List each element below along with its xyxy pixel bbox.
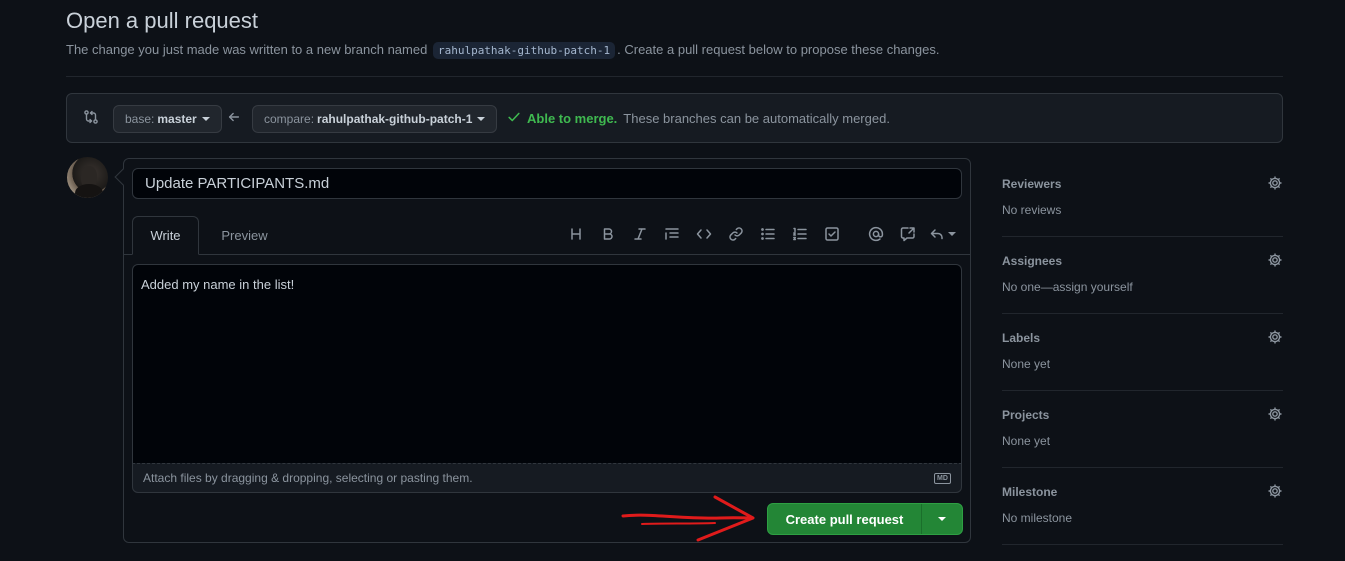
chevron-down-icon <box>201 117 210 121</box>
chevron-down-icon <box>477 117 486 121</box>
compare-prefix: compare: <box>264 112 315 126</box>
attach-files-bar[interactable]: Attach files by dragging & dropping, sel… <box>132 463 962 493</box>
gear-icon[interactable] <box>1267 406 1283 422</box>
arrow-left-icon <box>227 110 241 129</box>
sidebar-milestone: Milestone No milestone <box>1002 468 1283 545</box>
branch-name-code: rahulpathak-github-patch-1 <box>432 42 616 59</box>
sidebar-heading: Projects <box>1002 408 1050 422</box>
sidebar-value: No milestone <box>1002 511 1073 525</box>
avatar <box>67 157 108 198</box>
sidebar-heading: Assignees <box>1002 254 1063 268</box>
subtitle-text-after: . Create a pull request below to propose… <box>617 42 940 57</box>
unordered-list-icon[interactable] <box>752 223 784 245</box>
subtitle-text: The change you just made was written to … <box>66 42 428 57</box>
create-pull-request-button[interactable]: Create pull request <box>767 503 963 535</box>
tab-preview[interactable]: Preview <box>212 216 277 255</box>
tab-write[interactable]: Write <box>132 216 199 255</box>
compare-branch-select[interactable]: compare: rahulpathak-github-patch-1 <box>252 105 498 133</box>
sidebar-labels: Labels None yet <box>1002 314 1283 391</box>
link-icon[interactable] <box>720 223 752 245</box>
base-branch-select[interactable]: base: master <box>113 105 222 133</box>
cross-reference-icon[interactable] <box>892 223 924 245</box>
task-list-icon[interactable] <box>816 223 848 245</box>
pr-body-textarea[interactable] <box>132 264 962 464</box>
bold-icon[interactable] <box>592 223 624 245</box>
ordered-list-icon[interactable] <box>784 223 816 245</box>
gear-icon[interactable] <box>1267 329 1283 345</box>
gear-icon[interactable] <box>1267 483 1283 499</box>
markdown-toolbar <box>560 223 960 245</box>
gear-icon[interactable] <box>1267 175 1283 191</box>
page-title: Open a pull request <box>66 8 259 33</box>
quote-icon[interactable] <box>656 223 688 245</box>
gear-icon[interactable] <box>1267 252 1283 268</box>
reply-icon[interactable] <box>924 223 960 245</box>
sidebar-value: No reviews <box>1002 203 1062 217</box>
sidebar-value: None yet <box>1002 357 1051 371</box>
branch-compare-bar: base: master compare: rahulpathak-github… <box>66 93 1283 143</box>
merge-ok-label: Able to merge. <box>527 111 618 126</box>
check-icon <box>507 110 521 127</box>
pr-title-input[interactable] <box>132 168 962 199</box>
mention-icon[interactable] <box>860 223 892 245</box>
sidebar-heading: Labels <box>1002 331 1041 345</box>
git-compare-icon <box>83 109 99 130</box>
sidebar-heading: Milestone <box>1002 485 1058 499</box>
base-prefix: base: <box>125 112 155 126</box>
divider <box>66 76 1283 77</box>
pr-sidebar: Reviewers No reviews Assignees No one—as… <box>1002 160 1283 545</box>
sidebar-value: None yet <box>1002 434 1051 448</box>
compare-branch-value: rahulpathak-github-patch-1 <box>317 112 473 126</box>
create-options-dropdown[interactable] <box>922 504 962 534</box>
page-subtitle: The change you just made was written to … <box>66 42 940 59</box>
merge-description: These branches can be automatically merg… <box>623 111 890 126</box>
chevron-down-icon <box>938 517 946 521</box>
italic-icon[interactable] <box>624 223 656 245</box>
attach-files-text: Attach files by dragging & dropping, sel… <box>143 471 473 485</box>
heading-icon[interactable] <box>560 223 592 245</box>
base-branch-value: master <box>157 112 197 126</box>
sidebar-heading: Reviewers <box>1002 177 1062 191</box>
annotation-arrow <box>621 495 755 542</box>
sidebar-assignees: Assignees No one—assign yourself <box>1002 237 1283 314</box>
create-pull-request-label[interactable]: Create pull request <box>768 504 922 534</box>
sidebar-value[interactable]: No one—assign yourself <box>1002 280 1133 294</box>
code-icon[interactable] <box>688 223 720 245</box>
sidebar-projects: Projects None yet <box>1002 391 1283 468</box>
sidebar-reviewers: Reviewers No reviews <box>1002 160 1283 237</box>
pr-composer: Write Preview Attach files by dragging &… <box>123 158 971 543</box>
merge-status: Able to merge. These branches can be aut… <box>507 110 890 127</box>
markdown-icon: MD <box>934 473 951 484</box>
